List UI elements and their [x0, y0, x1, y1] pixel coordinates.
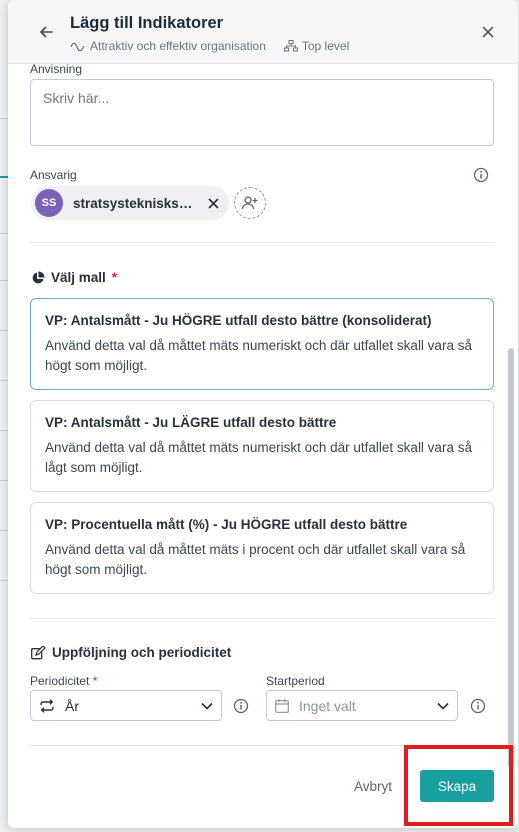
- section-divider: [30, 242, 494, 243]
- start-period-placeholder: Inget valt: [299, 697, 356, 714]
- chevron-down-icon: [437, 702, 449, 710]
- section-divider: [30, 618, 494, 619]
- periodicity-value: År: [65, 697, 79, 714]
- start-period-label: Startperiod: [266, 674, 325, 688]
- backdrop-divider: [0, 530, 8, 531]
- template-card-higher-consolidated[interactable]: VP: Antalsmått - Ju HÖGRE utfall desto b…: [30, 298, 494, 390]
- responsible-user-chip: SS stratsysteknisksupport: [31, 186, 229, 220]
- edit-icon: [31, 645, 46, 659]
- backdrop-divider: [0, 580, 8, 581]
- breadcrumb-item-level[interactable]: Top level: [302, 39, 349, 53]
- template-title: VP: Antalsmått - Ju LÄGRE utfall desto b…: [45, 415, 337, 430]
- chevron-down-icon: [201, 702, 213, 710]
- footer-divider: [30, 745, 494, 746]
- instructions-label: Anvisning: [30, 62, 83, 76]
- template-description: Använd detta val då måttet mäts numerisk…: [45, 338, 472, 373]
- periodicity-label: Periodicitet *: [30, 674, 97, 688]
- responsible-user-name: stratsysteknisksupport: [73, 195, 195, 211]
- template-title: VP: Antalsmått - Ju HÖGRE utfall desto b…: [45, 313, 432, 328]
- backdrop-divider: [0, 430, 8, 431]
- arrow-left-icon: [40, 26, 53, 38]
- followup-section-label: Uppföljning och periodicitet: [52, 645, 232, 660]
- calendar-icon: [275, 698, 289, 713]
- backdrop-divider: [0, 233, 8, 234]
- breadcrumb-item-goal[interactable]: Attraktiv och effektiv organisation: [90, 39, 266, 53]
- close-button[interactable]: [480, 24, 496, 40]
- template-card-percent-higher[interactable]: VP: Procentuella mått (%) - Ju HÖGRE utf…: [30, 502, 494, 594]
- backdrop-divider: [0, 380, 8, 381]
- create-button[interactable]: Skapa: [420, 770, 494, 802]
- repeat-icon: [40, 698, 54, 713]
- periodicity-select[interactable]: År: [30, 690, 222, 721]
- backdrop-divider: [0, 118, 8, 119]
- trend-wave-icon: [70, 42, 85, 52]
- template-section-title: Välj mall *: [31, 270, 117, 285]
- periodicity-label-text: Periodicitet: [30, 674, 90, 688]
- add-user-button[interactable]: [234, 187, 266, 219]
- dialog-title: Lägg till Indikatorer: [70, 14, 224, 32]
- template-description: Använd detta val då måttet mäts numerisk…: [45, 440, 472, 475]
- scrollbar[interactable]: [508, 348, 514, 768]
- responsible-label: Ansvarig: [30, 168, 77, 182]
- dialog-header: Lägg till Indikatorer Attraktiv och effe…: [8, 0, 518, 64]
- avatar: SS: [35, 189, 63, 217]
- instructions-input[interactable]: [30, 79, 494, 146]
- start-period-select[interactable]: Inget valt: [266, 690, 458, 721]
- breadcrumb: Attraktiv och effektiv organisation Top …: [70, 39, 349, 53]
- backdrop-divider: [0, 330, 8, 331]
- template-description: Använd detta val då måttet mäts i procen…: [45, 542, 466, 577]
- backdrop-divider: [0, 280, 8, 281]
- template-card-lower[interactable]: VP: Antalsmått - Ju LÄGRE utfall desto b…: [30, 400, 494, 492]
- required-mark: *: [92, 674, 98, 688]
- close-icon: [482, 26, 494, 38]
- back-button[interactable]: [36, 22, 56, 42]
- add-indicator-dialog: Lägg till Indikatorer Attraktiv och effe…: [8, 0, 518, 828]
- remove-user-button[interactable]: [207, 197, 219, 209]
- info-icon[interactable]: [233, 698, 249, 714]
- followup-section-title: Uppföljning och periodicitet: [31, 645, 231, 660]
- template-section-label: Välj mall: [51, 270, 106, 285]
- add-person-icon: [241, 196, 258, 210]
- close-icon: [207, 197, 219, 209]
- cancel-button[interactable]: Avbryt: [354, 779, 392, 794]
- info-icon[interactable]: [473, 167, 489, 183]
- pie-chart-icon: [32, 271, 45, 283]
- required-mark: *: [111, 270, 118, 285]
- backdrop-divider: [0, 480, 8, 481]
- backdrop-accent: [0, 176, 8, 178]
- hierarchy-icon: [283, 40, 298, 52]
- template-title: VP: Procentuella mått (%) - Ju HÖGRE utf…: [45, 517, 408, 532]
- info-icon[interactable]: [470, 698, 486, 714]
